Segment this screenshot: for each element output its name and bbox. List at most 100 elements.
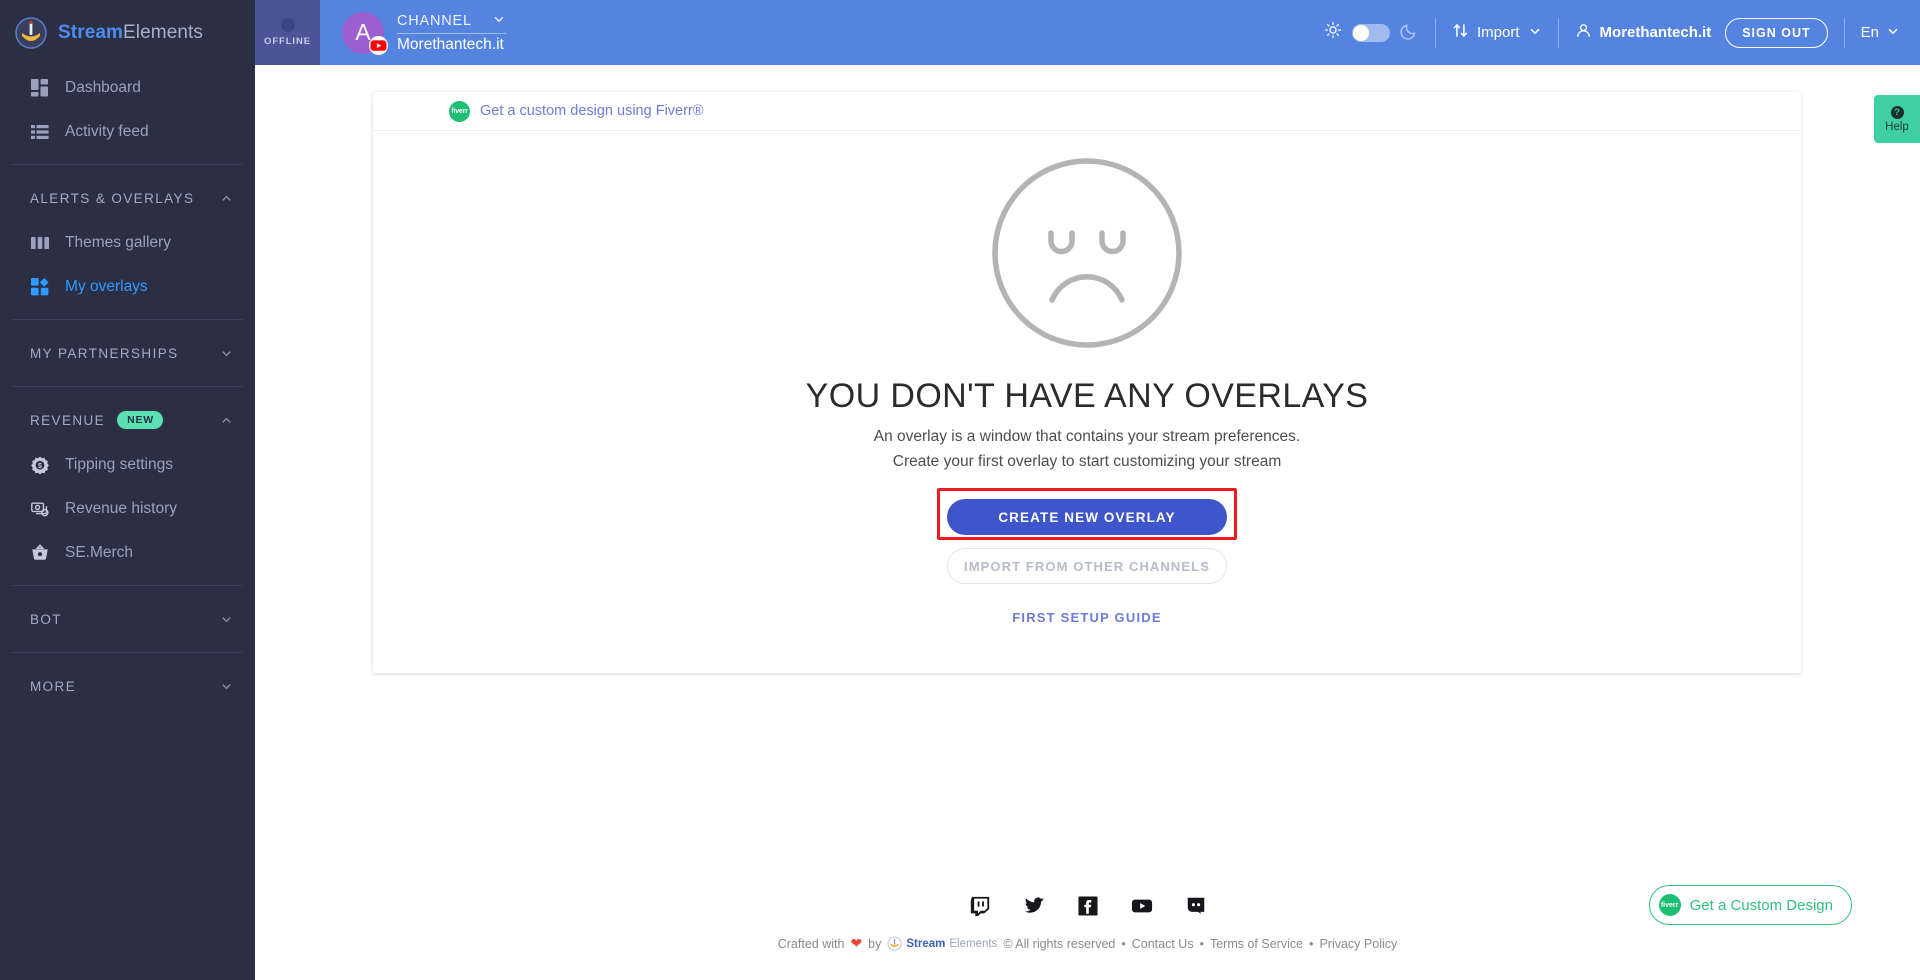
sidebar-item-activity-feed[interactable]: Activity feed — [0, 110, 255, 154]
sidebar-item-revenue-history[interactable]: Revenue history — [0, 487, 255, 531]
main-content: fiverr Get a custom design using Fiverr® — [255, 65, 1920, 980]
sidebar-item-dashboard[interactable]: Dashboard — [0, 66, 255, 110]
chevron-down-icon — [492, 12, 506, 30]
status-badge-new: NEW — [117, 411, 163, 429]
footer-link-terms-of-service[interactable]: Terms of Service — [1210, 937, 1303, 951]
stream-status-indicator[interactable]: OFFLINE — [255, 0, 320, 65]
channel-label: CHANNEL — [397, 12, 472, 29]
fiverr-banner[interactable]: fiverr Get a custom design using Fiverr® — [373, 92, 1801, 131]
sidebar-item-label: Dashboard — [65, 79, 141, 96]
get-custom-design-button[interactable]: fiverr Get a Custom Design — [1648, 885, 1852, 925]
sidebar-item-se-merch[interactable]: SE.Merch — [0, 531, 255, 575]
moon-icon — [1400, 21, 1419, 45]
theme-toggle-switch[interactable] — [1352, 23, 1391, 42]
help-button[interactable]: ? Help — [1874, 95, 1920, 143]
page-title: YOU DON'T HAVE ANY OVERLAYS — [805, 377, 1369, 415]
twitch-icon[interactable] — [969, 895, 991, 917]
youtube-icon[interactable] — [1131, 895, 1153, 917]
header-spacer — [506, 0, 1324, 65]
chevron-down-icon — [1528, 24, 1542, 42]
sidebar-item-themes-gallery[interactable]: Themes gallery — [0, 221, 255, 265]
footer-crafted-prefix: Crafted with — [777, 936, 845, 951]
footer-separator: • — [1121, 936, 1126, 951]
sign-out-button[interactable]: SIGN OUT — [1725, 17, 1828, 48]
fiverr-logo-icon: fiverr — [449, 100, 470, 122]
language-selector[interactable]: En — [1861, 24, 1900, 42]
sidebar-group-title: BOT — [30, 611, 62, 627]
sidebar-group-title: ALERTS & OVERLAYS — [30, 190, 195, 206]
sidebar-item-label: Activity feed — [65, 123, 149, 140]
sidebar-item-label: Revenue history — [65, 500, 178, 517]
gallery-columns-icon — [30, 234, 49, 253]
top-header: OFFLINE A CHANNEL Morethantech.it Import… — [255, 0, 1920, 65]
sidebar-item-label: SE.Merch — [65, 544, 134, 561]
sidebar-divider — [12, 585, 243, 586]
facebook-icon[interactable] — [1077, 895, 1099, 917]
language-label: En — [1860, 24, 1879, 41]
footer-separator: • — [1309, 936, 1314, 951]
twitter-icon[interactable] — [1023, 895, 1045, 917]
import-label: Import — [1477, 24, 1520, 41]
heart-icon: ❤ — [850, 935, 863, 951]
empty-state-actions: CREATE NEW OVERLAY IMPORT FROM OTHER CHA… — [937, 488, 1237, 625]
sidebar-divider — [12, 652, 243, 653]
chevron-down-icon — [220, 680, 233, 693]
brand-name: StreamElements — [58, 22, 203, 44]
first-setup-guide-link[interactable]: FIRST SETUP GUIDE — [1012, 610, 1161, 625]
app-root: StreamElements Dashboard Activity feed A… — [0, 0, 1920, 980]
chevron-up-icon — [220, 414, 233, 427]
overlays-card: fiverr Get a custom design using Fiverr® — [373, 92, 1801, 673]
sidebar-divider — [12, 386, 243, 387]
get-custom-design-label: Get a Custom Design — [1689, 896, 1833, 914]
header-actions: Import Morethantech.it SIGN OUT En — [1324, 0, 1920, 65]
help-label: Help — [1885, 120, 1909, 133]
sidebar-item-tipping-settings[interactable]: $ Tipping settings — [0, 443, 255, 487]
gear-dollar-icon: $ — [30, 456, 49, 475]
sidebar-group-my-partnerships[interactable]: MY PARTNERSHIPS — [0, 330, 255, 376]
chevron-down-icon — [1886, 24, 1900, 42]
sidebar-group-alerts-overlays[interactable]: ALERTS & OVERLAYS — [0, 175, 255, 221]
sidebar-divider — [12, 164, 243, 165]
sidebar-divider — [12, 319, 243, 320]
chevron-up-icon — [220, 192, 233, 205]
sidebar-group-revenue[interactable]: REVENUE NEW — [0, 397, 255, 443]
brand-name-bold: Stream — [58, 22, 124, 43]
sad-face-icon — [989, 155, 1185, 351]
fiverr-banner-label: Get a custom design using Fiverr® — [480, 103, 704, 119]
empty-state-subtitle-1: An overlay is a window that contains you… — [873, 428, 1301, 445]
sidebar-group-more[interactable]: MORE — [0, 663, 255, 709]
user-menu[interactable]: Morethantech.it — [1575, 22, 1711, 43]
chevron-down-icon — [220, 347, 233, 360]
sidebar-item-my-overlays[interactable]: My overlays — [0, 265, 255, 309]
fiverr-badge-text: fiverr — [451, 107, 468, 115]
sidebar-group-bot[interactable]: BOT — [0, 596, 255, 642]
youtube-badge-icon — [369, 35, 388, 55]
channel-selector[interactable]: A CHANNEL Morethantech.it — [320, 0, 506, 65]
sidebar-group-title: MY PARTNERSHIPS — [30, 345, 179, 361]
basket-icon — [30, 544, 49, 563]
theme-toggle-knob — [1353, 24, 1370, 41]
footer-link-contact-us[interactable]: Contact Us — [1132, 937, 1194, 951]
sidebar-item-label: Themes gallery — [65, 234, 171, 251]
footer-separator: • — [1199, 936, 1204, 951]
theme-toggle[interactable] — [1324, 21, 1419, 45]
streamelements-rocket-logo-icon — [14, 16, 48, 50]
footer-link-privacy-policy[interactable]: Privacy Policy — [1319, 937, 1397, 951]
sidebar-group-title: REVENUE — [30, 412, 106, 428]
brand-logo-block[interactable]: StreamElements — [0, 0, 255, 66]
receipt-icon — [30, 500, 49, 519]
import-button[interactable]: Import — [1452, 22, 1542, 43]
create-new-overlay-button[interactable]: CREATE NEW OVERLAY — [947, 499, 1227, 535]
import-from-other-channels-button[interactable]: IMPORT FROM OTHER CHANNELS — [947, 548, 1227, 584]
footer-rights: © All rights reserved — [1003, 936, 1116, 951]
footer-brand[interactable]: Stream Elements — [887, 936, 997, 951]
discord-icon[interactable] — [1185, 895, 1207, 917]
import-arrows-icon — [1452, 22, 1469, 43]
footer-brand-light: Elements — [949, 937, 998, 950]
content-pane: OFFLINE A CHANNEL Morethantech.it Import… — [255, 0, 1920, 980]
sidebar: StreamElements Dashboard Activity feed A… — [0, 0, 255, 980]
header-divider — [1557, 17, 1559, 48]
header-divider — [1435, 17, 1437, 48]
empty-state: YOU DON'T HAVE ANY OVERLAYS An overlay i… — [373, 131, 1801, 663]
overlays-blocks-icon — [30, 278, 49, 297]
